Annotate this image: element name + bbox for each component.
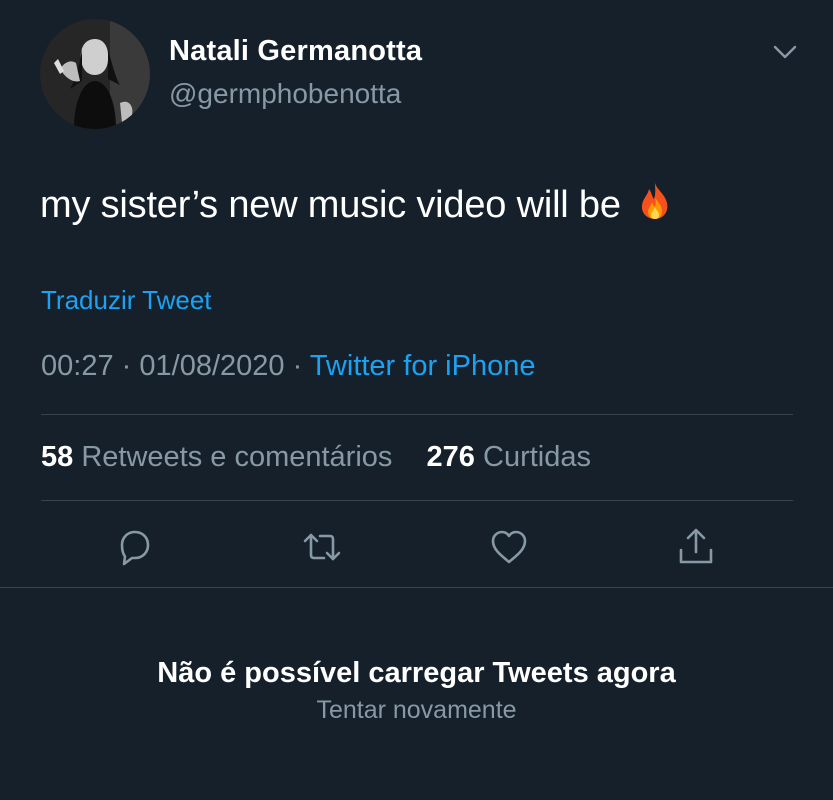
retweets-count: 58 — [41, 441, 74, 473]
meta-separator: · — [121, 350, 132, 382]
retweet-icon[interactable] — [301, 526, 343, 568]
divider — [41, 500, 793, 501]
translate-tweet-link[interactable]: Traduzir Tweet — [41, 285, 212, 316]
tweet-date: 01/08/2020 — [139, 350, 285, 382]
retry-button[interactable]: Tentar novamente — [316, 696, 516, 724]
tweet-time: 00:27 — [41, 350, 114, 382]
reply-icon[interactable] — [114, 526, 156, 568]
retweets-label: Retweets e comentários — [81, 441, 393, 473]
meta-separator: · — [292, 350, 303, 382]
tweet-text-content: my sister’s new music video will be — [40, 184, 621, 226]
retweets-stat[interactable]: 58 Retweets e comentários — [41, 441, 400, 473]
user-handle[interactable]: @germphobenotta — [169, 78, 401, 110]
tweet-text: my sister’s new music video will be — [40, 180, 675, 230]
tweet-metadata: 00:27 · 01/08/2020 · Twitter for iPhone — [41, 350, 535, 383]
tweet-stats: 58 Retweets e comentários 276 Curtidas — [41, 441, 591, 474]
likes-label: Curtidas — [483, 441, 591, 473]
likes-count: 276 — [426, 441, 475, 473]
divider — [0, 587, 833, 588]
avatar-photo — [40, 19, 150, 129]
avatar[interactable] — [40, 19, 150, 129]
share-icon[interactable] — [675, 526, 717, 568]
error-message: Não é possível carregar Tweets agora — [157, 657, 676, 689]
chevron-down-icon[interactable] — [770, 40, 800, 64]
fire-icon — [635, 181, 675, 221]
likes-stat[interactable]: 276 Curtidas — [427, 441, 591, 473]
display-name[interactable]: Natali Germanotta — [169, 35, 422, 68]
divider — [41, 414, 793, 415]
tweet-source-link[interactable]: Twitter for iPhone — [310, 350, 536, 382]
like-icon[interactable] — [488, 526, 530, 568]
